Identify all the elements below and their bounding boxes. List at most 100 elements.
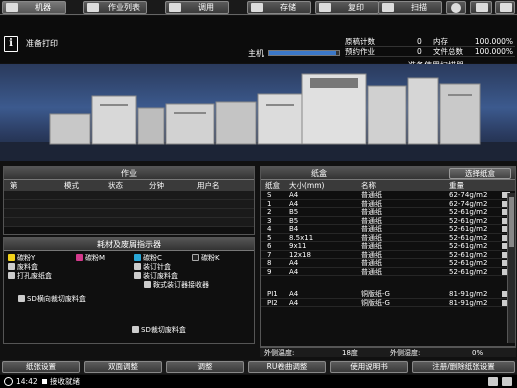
- toner-c: 碳粉C: [134, 254, 162, 263]
- saddle-icon: [144, 281, 151, 288]
- tray-size: A4: [289, 259, 299, 267]
- reserved-value: 0: [417, 47, 422, 56]
- tray-weight: 52-61g/m2: [449, 259, 488, 267]
- scroll-thumb[interactable]: [509, 197, 514, 247]
- job-list-icon: [87, 3, 99, 12]
- tray-paper-name: 普通纸: [361, 216, 382, 225]
- waste-box: 废料盒: [8, 263, 38, 272]
- toner-icon: [192, 254, 199, 261]
- info-icon: i: [4, 36, 18, 52]
- toner-icon: [134, 254, 141, 261]
- tray-id: 1: [267, 199, 272, 208]
- clock-time: 14:42: [16, 377, 38, 386]
- waste-icon: [8, 263, 15, 270]
- receive-status: 接收就绪: [50, 377, 80, 386]
- fax-icon: [42, 379, 47, 384]
- tray-row[interactable]: PI2 A4 铜版纸-G 81-91g/m2: [261, 298, 515, 307]
- tab-label: 扫描: [411, 3, 427, 12]
- trim-icon: [18, 295, 25, 302]
- originals-value: 0: [417, 37, 422, 46]
- tray-id: S: [267, 191, 272, 199]
- binding-waste-box: 装订废料盒: [134, 272, 178, 281]
- tray-row[interactable]: S A4 普通纸 62-74g/m2: [261, 191, 515, 200]
- manual-button[interactable]: 使用说明书: [330, 361, 408, 373]
- col-size: 大小(mm): [289, 181, 325, 190]
- tray-paper-name: 普通纸: [361, 191, 382, 199]
- recall-icon: [169, 3, 181, 12]
- globe-button[interactable]: [446, 1, 466, 14]
- counter-button[interactable]: [470, 1, 492, 14]
- tray-id: PI1: [267, 290, 278, 298]
- environment-row: 外侧温度: 18度 外侧湿度: 0%: [260, 347, 516, 357]
- store-icon: [251, 3, 263, 12]
- originals-label: 原稿计数: [345, 37, 375, 46]
- toner-k-label: 碳粉K: [201, 254, 220, 262]
- col-user: 用户名: [197, 181, 220, 190]
- sd-trim-box: SD裁切废料盒: [132, 326, 186, 335]
- scan-icon: [382, 3, 394, 12]
- counter-icon: [476, 3, 488, 12]
- host-progress-bar: [268, 50, 340, 56]
- waste-box-label: 废料盒: [17, 263, 38, 271]
- tab-machine[interactable]: 机器: [2, 1, 66, 14]
- jobs-title: 作业: [4, 167, 254, 180]
- tray-size: 12x18: [289, 250, 311, 259]
- tray-size: A4: [289, 290, 299, 298]
- tray-row[interactable]: 5 8.5x11 普通纸 52-61g/m2: [261, 233, 515, 242]
- tray-id: 8: [267, 259, 272, 267]
- paper-title-bar: 纸盒 选择纸盒: [261, 167, 515, 180]
- tray-row[interactable]: 6 9x11 普通纸 52-61g/m2: [261, 242, 515, 251]
- toner-c-label: 碳粉C: [143, 254, 162, 262]
- tray-weight: 52-61g/m2: [449, 216, 488, 225]
- job-row[interactable]: [4, 209, 254, 218]
- host-label: 主机: [248, 49, 264, 58]
- menu-button[interactable]: [495, 1, 515, 14]
- paper-title: 纸盒: [311, 169, 327, 178]
- tray-row[interactable]: 3 B5 普通纸 52-61g/m2: [261, 216, 515, 225]
- tray-id: PI2: [267, 298, 278, 307]
- tray-weight: 81-91g/m2: [449, 290, 488, 298]
- jobs-header: 第 模式 状态 分钟 用户名: [4, 180, 254, 191]
- tray-scrollbar[interactable]: [507, 193, 515, 343]
- tray-id: 3: [267, 216, 272, 225]
- tray-row[interactable]: 7 12x18 普通纸 52-61g/m2: [261, 250, 515, 259]
- job-row[interactable]: [4, 191, 254, 200]
- tab-scan[interactable]: 扫描: [378, 1, 442, 14]
- select-tray-button[interactable]: 选择纸盒: [449, 168, 511, 179]
- tray-paper-name: 普通纸: [361, 199, 382, 208]
- sd-cross-label: SD横向裁切废料盒: [27, 295, 86, 303]
- tray-size: B5: [289, 216, 299, 225]
- col-tray: 纸盒: [265, 181, 280, 190]
- tray-row[interactable]: 4 B4 普通纸 52-61g/m2: [261, 225, 515, 234]
- tray-weight: 52-61g/m2: [449, 225, 488, 233]
- clock-icon: [4, 377, 13, 386]
- tray-id: 2: [267, 208, 272, 216]
- duplex-adjust-button[interactable]: 双面调整: [84, 361, 162, 373]
- register-paper-button[interactable]: 注册/删除纸张设置: [412, 361, 515, 373]
- system-icon[interactable]: [488, 377, 498, 386]
- paper-settings-button[interactable]: 纸张设置: [2, 361, 80, 373]
- tab-recall[interactable]: 调用: [165, 1, 229, 14]
- job-row[interactable]: [4, 218, 254, 227]
- toner-y: 碳粉Y: [8, 254, 35, 263]
- tray-row[interactable]: 9 A4 普通纸 52-61g/m2: [261, 267, 515, 276]
- staple-label: 装订针盒: [143, 263, 171, 271]
- adjust-button[interactable]: 调整: [166, 361, 244, 373]
- tab-store[interactable]: 存储: [247, 1, 311, 14]
- sd-trim-label: SD裁切废料盒: [141, 326, 186, 334]
- tray-size: 8.5x11: [289, 233, 314, 242]
- tab-label: 存储: [280, 3, 296, 12]
- tray-row[interactable]: 8 A4 普通纸 52-61g/m2: [261, 259, 515, 268]
- help-icon[interactable]: [502, 377, 512, 386]
- toner-m-label: 碳粉M: [85, 254, 106, 262]
- tray-paper-name: 普通纸: [361, 250, 382, 259]
- tab-copy[interactable]: 复印: [315, 1, 379, 14]
- tab-job-list[interactable]: 作业列表: [83, 1, 147, 14]
- ru-curl-adjust-button[interactable]: RU卷曲调整: [248, 361, 326, 373]
- tray-weight: 52-61g/m2: [449, 267, 488, 276]
- tray-row[interactable]: 1 A4 普通纸 62-74g/m2: [261, 199, 515, 208]
- tray-row[interactable]: PI1 A4 铜版纸-G 81-91g/m2: [261, 290, 515, 299]
- tray-row[interactable]: 2 B5 普通纸 52-61g/m2: [261, 208, 515, 217]
- tray-paper-name: 铜版纸-G: [361, 298, 390, 307]
- job-row[interactable]: [4, 200, 254, 209]
